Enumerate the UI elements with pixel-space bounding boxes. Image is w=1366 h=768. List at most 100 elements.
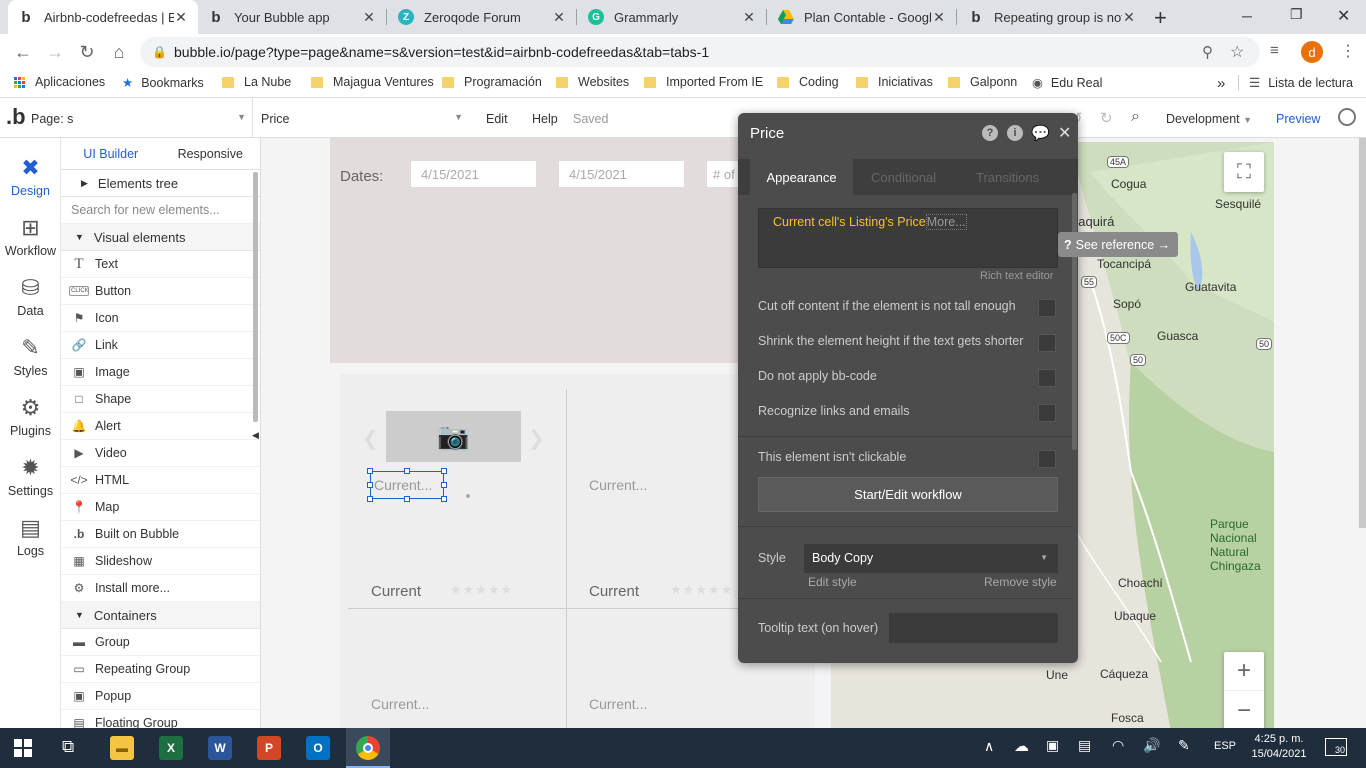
help-icon[interactable]: ? bbox=[982, 125, 998, 141]
close-tab-icon[interactable]: ✕ bbox=[174, 9, 188, 26]
collapse-panel-icon[interactable]: ◀ bbox=[252, 430, 259, 441]
element-image[interactable]: ▣ Image bbox=[61, 359, 260, 386]
rail-data[interactable]: ⛁ Data bbox=[0, 258, 61, 318]
minimize-window-icon[interactable]: ─ bbox=[1242, 8, 1252, 24]
element-map[interactable]: 📍 Map bbox=[61, 494, 260, 521]
rail-workflow[interactable]: ⊞ Workflow bbox=[0, 198, 61, 258]
bookmark-folder[interactable]: Iniciativas bbox=[856, 75, 933, 89]
rail-styles[interactable]: ✎ Styles bbox=[0, 318, 61, 378]
page-selector[interactable]: Page: s ▼ bbox=[31, 112, 246, 126]
element-icon[interactable]: ⚑ Icon bbox=[61, 305, 260, 332]
expression-editor[interactable]: Current cell's Listing's PriceMore... bbox=[758, 208, 1058, 268]
tab-ui-builder[interactable]: UI Builder bbox=[61, 138, 161, 169]
element-group[interactable]: ▬ Group bbox=[61, 629, 260, 656]
date-input-start[interactable]: 4/15/2021 bbox=[410, 160, 537, 188]
listing-title-text[interactable]: Current bbox=[589, 583, 639, 600]
tab-transitions[interactable]: Transitions bbox=[976, 170, 1039, 185]
containers-header[interactable]: ▼ Containers bbox=[61, 602, 260, 629]
style-dropdown[interactable]: Body Copy ▼ bbox=[804, 544, 1058, 573]
edit-menu[interactable]: Edit bbox=[486, 112, 508, 126]
language-indicator[interactable]: ESP bbox=[1214, 740, 1236, 752]
reading-list-button[interactable]: ☰ Lista de lectura bbox=[1238, 75, 1353, 90]
search-icon[interactable]: ⌕ bbox=[1131, 108, 1140, 126]
close-tab-icon[interactable]: ✕ bbox=[742, 9, 756, 26]
tab-conditional[interactable]: Conditional bbox=[871, 170, 936, 185]
excel-icon[interactable]: X bbox=[159, 736, 183, 760]
rail-settings[interactable]: ✹ Settings bbox=[0, 438, 61, 498]
fullscreen-icon[interactable]: ⛶ bbox=[1224, 152, 1264, 192]
url-text[interactable]: bubble.io/page?type=page&name=s&version=… bbox=[174, 44, 709, 60]
element-text[interactable]: T Text bbox=[61, 251, 260, 278]
zoom-out-button[interactable]: − bbox=[1224, 691, 1264, 728]
panel-scrollbar[interactable] bbox=[253, 172, 258, 422]
price-text[interactable]: Current... bbox=[589, 477, 647, 493]
rich-text-editor-link[interactable]: Rich text editor bbox=[980, 270, 1053, 282]
browser-tab[interactable]: b Airbnb-codefreedas | B ✕ bbox=[8, 0, 198, 34]
tray-app-icon[interactable]: ▣ bbox=[1046, 737, 1059, 754]
address-bar[interactable]: 🔒 bubble.io/page?type=page&name=s&versio… bbox=[140, 37, 1260, 67]
windows-start-icon[interactable] bbox=[14, 739, 32, 760]
more-link[interactable]: More... bbox=[925, 214, 967, 230]
back-icon[interactable]: ← bbox=[8, 34, 38, 70]
browser-tab[interactable]: b Your Bubble app ✕ bbox=[198, 0, 386, 34]
environment-selector[interactable]: Development ▼ bbox=[1166, 112, 1252, 126]
bookmark-item[interactable]: ★ Bookmarks bbox=[122, 75, 204, 91]
home-icon[interactable]: ⌂ bbox=[104, 34, 134, 70]
media-icon[interactable]: ≡ bbox=[1270, 42, 1279, 59]
bookmark-folder[interactable]: La Nube bbox=[222, 75, 291, 89]
help-menu[interactable]: Help bbox=[532, 112, 558, 126]
edit-style-link[interactable]: Edit style bbox=[808, 575, 857, 589]
listing-title-text[interactable]: Current bbox=[371, 583, 421, 600]
close-icon[interactable]: ✕ bbox=[1058, 123, 1071, 143]
element-repeating-group[interactable]: ▭ Repeating Group bbox=[61, 656, 260, 683]
notifications-icon[interactable]: 30 bbox=[1325, 738, 1347, 756]
rail-plugins[interactable]: ⚙ Plugins bbox=[0, 378, 61, 438]
element-alert[interactable]: 🔔 Alert bbox=[61, 413, 260, 440]
bookmark-folder[interactable]: Programación bbox=[442, 75, 542, 89]
forward-icon[interactable]: → bbox=[40, 34, 70, 70]
pen-icon[interactable]: ✎ bbox=[1178, 737, 1190, 754]
element-floating-group[interactable]: ▤ Floating Group bbox=[61, 710, 260, 728]
wifi-icon[interactable]: ◠ bbox=[1112, 737, 1124, 754]
element-install-more[interactable]: ⚙ Install more... bbox=[61, 575, 260, 602]
canvas-scrollbar[interactable] bbox=[1359, 138, 1366, 528]
maximize-window-icon[interactable]: ❐ bbox=[1290, 6, 1303, 23]
tab-appearance[interactable]: Appearance bbox=[750, 159, 853, 195]
file-explorer-icon[interactable]: ▬ bbox=[110, 736, 134, 760]
profile-avatar[interactable]: d bbox=[1301, 41, 1323, 63]
start-edit-workflow-button[interactable]: Start/Edit workflow bbox=[758, 477, 1058, 512]
element-search-input[interactable]: Search for new elements... bbox=[61, 197, 260, 224]
option-checkbox[interactable] bbox=[1038, 450, 1056, 468]
bookmark-star-icon[interactable]: ☆ bbox=[1230, 42, 1244, 62]
close-tab-icon[interactable]: ✕ bbox=[1122, 9, 1136, 26]
browser-tab[interactable]: b Repeating group is not ✕ bbox=[958, 0, 1146, 34]
location-icon[interactable]: ⚲ bbox=[1202, 43, 1213, 61]
element-link[interactable]: 🔗 Link bbox=[61, 332, 260, 359]
browser-tab[interactable]: G Grammarly ✕ bbox=[578, 0, 766, 34]
expression-text[interactable]: Current cell's Listing's Price bbox=[773, 215, 926, 229]
see-reference-button[interactable]: ? See reference → bbox=[1058, 232, 1178, 257]
onedrive-icon[interactable]: ☁ bbox=[1014, 737, 1029, 755]
rating-stars[interactable]: ★★★★★ bbox=[450, 582, 513, 598]
bubble-logo-icon[interactable]: .b bbox=[6, 104, 26, 130]
listing-image[interactable]: 📷 bbox=[386, 411, 521, 462]
close-tab-icon[interactable]: ✕ bbox=[932, 9, 946, 26]
zoom-in-button[interactable]: + bbox=[1224, 652, 1264, 691]
element-slideshow[interactable]: ▦ Slideshow bbox=[61, 548, 260, 575]
element-popup[interactable]: ▣ Popup bbox=[61, 683, 260, 710]
bookmark-folder[interactable]: Websites bbox=[556, 75, 629, 89]
rail-design[interactable]: ✖ Design bbox=[0, 138, 61, 198]
tray-chevron-icon[interactable]: ∧ bbox=[984, 738, 994, 755]
task-view-icon[interactable]: ⧉ bbox=[62, 737, 74, 757]
option-checkbox[interactable] bbox=[1038, 404, 1056, 422]
clock[interactable]: 4:25 p. m. 15/04/2021 bbox=[1246, 732, 1312, 762]
remove-style-link[interactable]: Remove style bbox=[984, 575, 1057, 589]
comment-icon[interactable]: 💬 bbox=[1031, 124, 1050, 142]
close-window-icon[interactable]: ✕ bbox=[1337, 6, 1350, 26]
reload-icon[interactable]: ↻ bbox=[72, 34, 102, 70]
more-bookmarks-button[interactable]: » bbox=[1217, 75, 1225, 92]
option-checkbox[interactable] bbox=[1038, 334, 1056, 352]
tooltip-input[interactable] bbox=[889, 613, 1058, 643]
price-text[interactable]: Current... bbox=[371, 696, 429, 712]
preview-button[interactable]: Preview bbox=[1276, 112, 1320, 126]
